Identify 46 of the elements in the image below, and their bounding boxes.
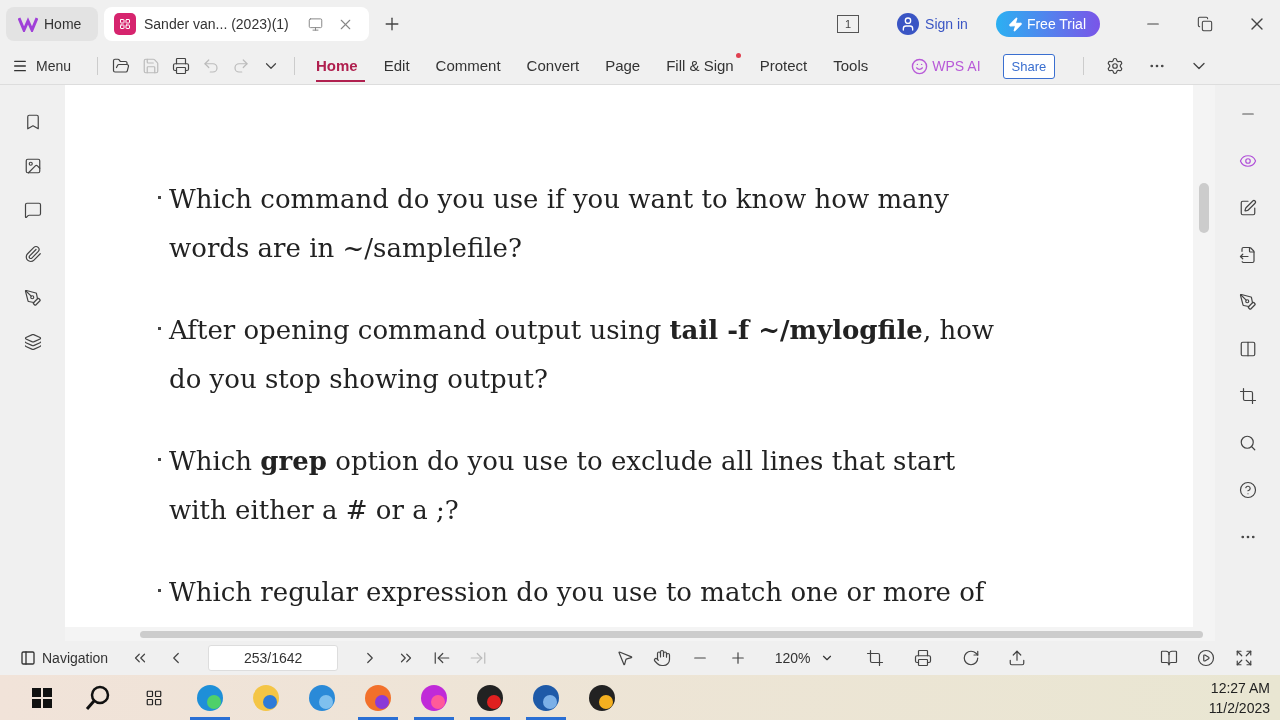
smile-icon [911,57,929,75]
bullet-icon [158,196,161,199]
navigation-button[interactable]: Navigation [20,650,109,666]
clock-date: 11/2/2023 [1208,699,1270,716]
ribbon-tab[interactable]: Protect [759,50,815,82]
ribbon-tab[interactable]: Tools [833,50,876,82]
document-logo-icon [114,13,136,35]
vertical-scrollbar[interactable] [1193,85,1215,627]
ribbon-tab[interactable]: Edit [383,50,417,82]
ribbon-tab[interactable]: Page [605,50,648,82]
app-icon[interactable] [307,682,337,713]
tab[interactable]: Sander van... (2023)(1) [104,7,369,41]
ribbon-tab[interactable]: Comment [435,50,508,82]
tab[interactable]: Home [6,7,98,41]
bullet-icon [158,458,161,461]
running-indicator [358,717,398,720]
running-indicator [526,717,566,720]
running-indicator [470,717,510,720]
panel-icon [20,650,36,666]
running-indicator [414,717,454,720]
bullet-icon [158,327,161,330]
menu-icon [12,58,28,74]
windows-icon[interactable] [32,687,52,708]
paragraph: Which command do you use if you want to know how many words are in ~/samplefile? [169,183,950,265]
notification-dot [735,52,741,58]
lightning-icon [1007,16,1023,32]
share-button[interactable]: Share [1002,53,1056,79]
ribbon-tab[interactable]: Convert [526,50,587,82]
running-indicator [190,717,230,720]
page-number-field[interactable]: 253/1642 [208,645,339,671]
sign-in-link[interactable]: Sign in [897,13,968,35]
clock-time: 12:27 AM [1210,679,1270,696]
ribbon-tab[interactable]: Home [316,50,365,82]
page-count-icon[interactable]: 1 [837,15,860,33]
paragraph: Which regular expression do you use to match one or more of [169,576,987,609]
free-trial-button[interactable]: Free Trial [995,11,1100,37]
zoom-dropdown[interactable]: 120% [774,650,835,666]
avatar-icon [897,13,920,35]
bullet-icon [158,589,161,592]
paragraph: Which grep option do you use to exclude all lines that start with either a # or a ;? [169,445,957,527]
wps-logo-icon [18,16,38,32]
menu-button[interactable]: Menu [12,58,72,74]
ribbon-tab[interactable]: Fill & Sign [666,50,741,82]
paragraph: After opening command output using tail -f ~/mylogfile, how do you stop showing output? [169,314,996,396]
search-icon[interactable] [84,683,112,712]
horizontal-scrollbar[interactable] [65,627,1215,641]
